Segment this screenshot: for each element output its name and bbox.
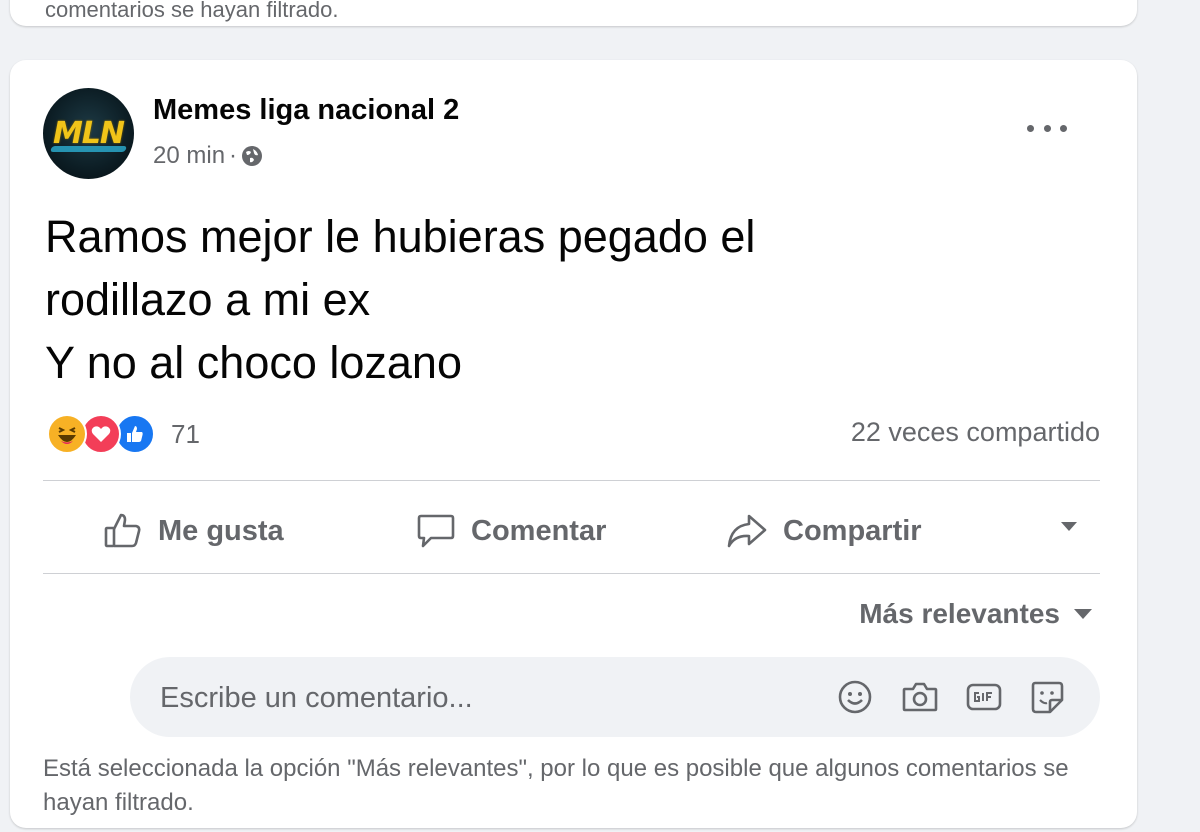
share-options-chevron-down-icon[interactable] [1061, 522, 1077, 531]
divider [43, 573, 1100, 574]
post-text-line: Ramos mejor le hubieras pegado el [45, 211, 756, 262]
post-text-line: rodillazo a mi ex [45, 274, 371, 325]
previous-post-card: comentarios se hayan filtrado. [10, 0, 1137, 26]
comment-button-label: Comentar [471, 514, 607, 547]
meta-separator: · [229, 142, 238, 169]
divider [43, 480, 1100, 481]
comment-bubble-icon [417, 514, 455, 548]
like-reaction-icon [115, 414, 155, 454]
page-avatar[interactable]: MLN [43, 88, 134, 179]
comment-sort-dropdown[interactable]: Más relevantes [859, 598, 1092, 630]
post-meta: 20 min · [153, 142, 263, 170]
previous-post-filter-note: comentarios se hayan filtrado. [45, 0, 339, 22]
post-timestamp[interactable]: 20 min [153, 142, 225, 170]
comment-composer [130, 657, 1100, 739]
emoji-icon[interactable] [835, 677, 875, 717]
post-options-button[interactable] [1027, 118, 1067, 138]
reaction-count: 71 [171, 418, 200, 449]
share-button-label: Compartir [783, 514, 922, 547]
comment-sort-label: Más relevantes [859, 598, 1060, 629]
globe-icon[interactable] [241, 145, 263, 167]
dot-icon [1060, 124, 1067, 132]
love-reaction-icon [81, 414, 121, 454]
camera-icon[interactable] [900, 677, 940, 717]
chevron-down-icon [1074, 609, 1092, 619]
post-card: MLN Memes liga nacional 2 20 min · Ramos… [10, 60, 1137, 828]
page-name-link[interactable]: Memes liga nacional 2 [153, 94, 459, 127]
thumbs-up-icon [104, 513, 141, 548]
dot-icon [1043, 124, 1051, 132]
share-arrow-icon [727, 514, 767, 548]
reactions-summary[interactable]: 71 [47, 414, 200, 454]
haha-reaction-icon [47, 414, 87, 454]
comment-filter-note: Está seleccionada la opción "Más relevan… [43, 755, 1069, 816]
share-button[interactable]: Compartir [725, 506, 922, 556]
post-text-line: Y no al choco lozano [45, 337, 462, 388]
avatar-logo-swoosh [49, 146, 128, 152]
like-button-label: Me gusta [158, 514, 284, 547]
post-text: Ramos mejor le hubieras pegado el rodill… [45, 205, 1105, 394]
comment-input[interactable] [158, 657, 802, 739]
dot-icon [1027, 124, 1034, 132]
share-count[interactable]: 22 veces compartido [851, 417, 1100, 448]
comment-button[interactable]: Comentar [415, 506, 606, 556]
sticker-icon[interactable] [1027, 677, 1067, 717]
gif-icon[interactable] [964, 677, 1004, 717]
like-button[interactable]: Me gusta [102, 506, 284, 556]
